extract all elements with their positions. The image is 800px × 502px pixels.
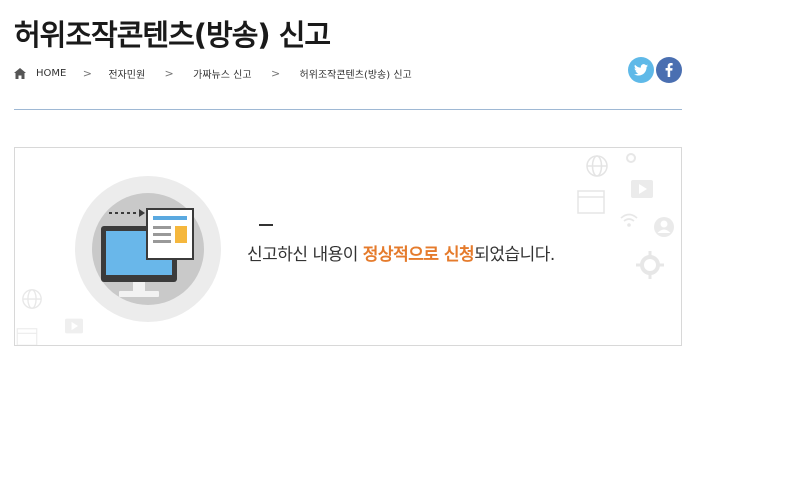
title-divider xyxy=(14,109,682,110)
page-title: 허위조작콘텐츠(방송) 신고 xyxy=(14,18,331,52)
facebook-icon xyxy=(665,63,673,77)
message-text-end: 되었습니다. xyxy=(474,245,555,265)
breadcrumb: HOME > 전자민원 > 가짜뉴스 신고 > 허위조작콘텐츠(방송) 신고 xyxy=(14,66,412,81)
gear-icon xyxy=(626,153,636,163)
wifi-icon xyxy=(620,213,638,227)
globe-icon xyxy=(586,155,608,177)
home-icon[interactable] xyxy=(14,67,26,79)
result-panel: 신고하신 내용이 정상적으로 신청되었습니다. xyxy=(14,147,682,346)
completion-message: 신고하신 내용이 정상적으로 신청되었습니다. xyxy=(247,240,555,265)
facebook-share-button[interactable] xyxy=(656,57,682,83)
breadcrumb-current: 허위조작콘텐츠(방송) 신고 xyxy=(299,69,412,81)
breadcrumb-fake-news-report[interactable]: 가짜뉴스 신고 xyxy=(193,66,251,81)
message-highlight: 정상적으로 신청 xyxy=(362,245,475,265)
breadcrumb-civil-petition[interactable]: 전자민원 xyxy=(108,66,145,81)
twitter-share-button[interactable] xyxy=(628,57,654,83)
settings-icon xyxy=(636,251,664,279)
play-icon xyxy=(631,180,653,198)
message-text: 신고하신 내용이 xyxy=(247,245,363,265)
monitor-icon xyxy=(577,190,605,214)
globe-icon xyxy=(22,289,42,309)
twitter-icon xyxy=(634,64,648,76)
breadcrumb-separator: > xyxy=(164,66,174,80)
monitor-icon xyxy=(16,328,38,345)
breadcrumb-home[interactable]: HOME xyxy=(36,68,66,79)
user-icon xyxy=(654,217,674,237)
computer-document-icon xyxy=(75,176,221,322)
breadcrumb-separator: > xyxy=(82,66,92,80)
message-dash xyxy=(259,224,273,226)
breadcrumb-separator: > xyxy=(270,66,281,80)
